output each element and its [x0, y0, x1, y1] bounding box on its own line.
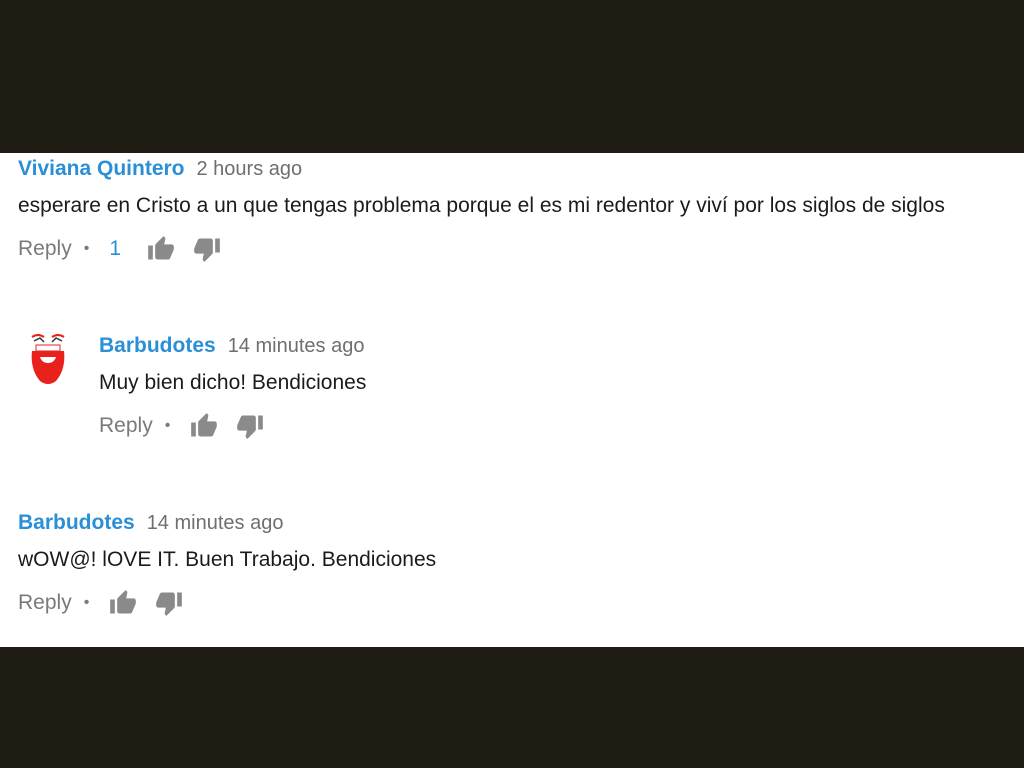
comments-panel: Viviana Quintero 2 hours ago esperare en… [0, 153, 1024, 647]
separator-dot: • [164, 417, 171, 434]
comment-time[interactable]: 14 minutes ago [147, 512, 284, 535]
avatar[interactable] [22, 331, 74, 391]
comment-author[interactable]: Viviana Quintero [18, 157, 185, 181]
thumbs-down-icon[interactable] [155, 589, 183, 617]
thumbs-up-icon[interactable] [190, 412, 218, 440]
comment-author[interactable]: Barbudotes [18, 511, 135, 535]
reply-button[interactable]: Reply [99, 414, 153, 438]
thumbs-down-icon[interactable] [236, 412, 264, 440]
comment-author[interactable]: Barbudotes [99, 334, 216, 358]
separator-dot: • [83, 594, 90, 611]
comment-text: Muy bien dicho! Bendiciones [99, 371, 367, 394]
separator-dot: • [83, 240, 90, 257]
comment-actions: Reply • [99, 409, 999, 443]
comment: Barbudotes 14 minutes ago wOW@! lOVE IT.… [18, 511, 1013, 620]
comment-actions: Reply • [18, 586, 1013, 620]
like-count: 1 [109, 237, 121, 260]
comment-header: Barbudotes 14 minutes ago [99, 334, 999, 358]
barbudotes-logo-icon [31, 334, 65, 384]
comment-header: Barbudotes 14 minutes ago [18, 511, 1013, 535]
comment: Viviana Quintero 2 hours ago esperare en… [18, 157, 1013, 266]
comment-header: Viviana Quintero 2 hours ago [18, 157, 1013, 181]
reply-button[interactable]: Reply [18, 237, 72, 261]
comment-time[interactable]: 2 hours ago [197, 158, 303, 181]
reply-button[interactable]: Reply [18, 591, 72, 615]
thumbs-up-icon[interactable] [109, 589, 137, 617]
thumbs-down-icon[interactable] [193, 235, 221, 263]
comment-actions: Reply • 1 [18, 232, 1013, 266]
comment-text: wOW@! lOVE IT. Buen Trabajo. Bendiciones [18, 548, 437, 571]
comment-time[interactable]: 14 minutes ago [228, 335, 365, 358]
thumbs-up-icon[interactable] [147, 235, 175, 263]
reply-comment: Barbudotes 14 minutes ago Muy bien dicho… [99, 334, 999, 443]
comment-text: esperare en Cristo a un que tengas probl… [18, 194, 945, 217]
